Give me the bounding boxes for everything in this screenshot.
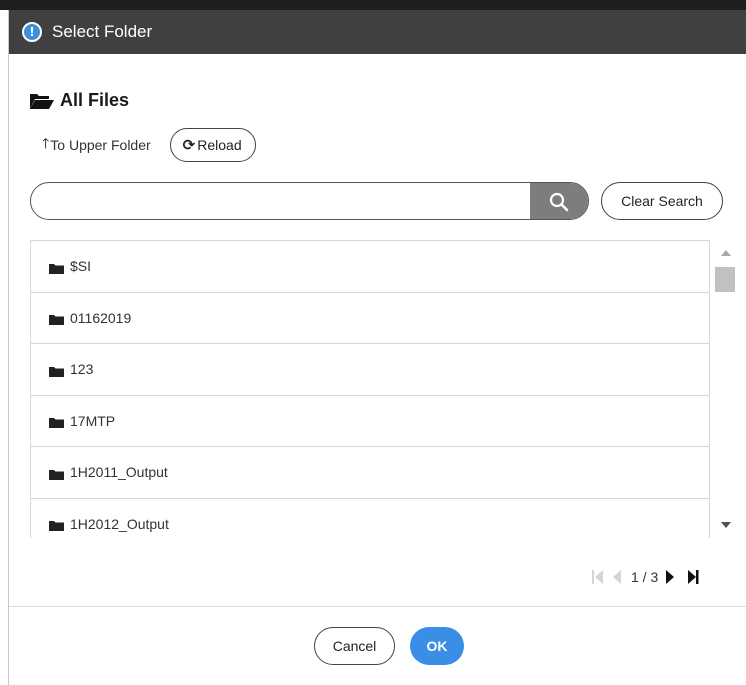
folder-name: 1H2011_Output [70, 464, 168, 481]
previous-page-icon[interactable] [611, 568, 625, 586]
search-box [30, 182, 589, 220]
folder-name: $SI [70, 258, 92, 275]
scroll-down-arrow-icon[interactable] [721, 522, 731, 528]
first-page-icon[interactable] [591, 568, 605, 586]
current-folder-heading: All Files [29, 90, 129, 111]
dialog-title: Select Folder [52, 22, 153, 41]
page-indicator: 1 / 3 [631, 569, 659, 585]
folder-list-item[interactable]: 1H2011_Output [30, 446, 710, 498]
folder-name: 1H2012_Output [70, 515, 169, 532]
dialog-titlebar: ! Select Folder [9, 10, 746, 54]
last-page-icon[interactable] [686, 568, 700, 586]
scroll-up-arrow-icon[interactable] [721, 250, 731, 256]
current-folder-label: All Files [60, 90, 130, 110]
folder-name: 17MTP [70, 412, 116, 429]
folder-icon [49, 518, 64, 532]
reload-button[interactable]: ⟳ Reload [169, 128, 256, 162]
select-folder-dialog: ! Select Folder All Files 🡑 To Upper Fol… [8, 10, 746, 685]
search-row: Clear Search [30, 182, 738, 220]
folder-icon [49, 312, 64, 326]
arrow-up-icon: 🡑 [42, 135, 50, 151]
folder-list-container: $SI 01162019 123 17MTP 1H2011_Output 1H2012_O… [30, 240, 744, 538]
to-upper-folder-label: To Upper Folder [50, 137, 151, 153]
folder-open-icon [29, 92, 55, 110]
info-icon: ! [22, 22, 42, 42]
reload-label: Reload [197, 137, 242, 153]
to-upper-folder-link[interactable]: 🡑 To Upper Folder [42, 133, 151, 157]
footer-divider [9, 606, 746, 607]
folder-icon [49, 415, 64, 429]
search-input[interactable] [31, 183, 530, 218]
folder-name: 123 [70, 361, 94, 378]
folder-icon [49, 261, 64, 274]
next-page-icon[interactable] [664, 568, 678, 586]
clear-search-button[interactable]: Clear Search [601, 182, 723, 220]
search-button[interactable] [530, 183, 588, 219]
refresh-icon: ⟳ [182, 136, 196, 154]
folder-list-item[interactable]: 17MTP [30, 394, 710, 446]
pagination: 1 / 3 [591, 565, 700, 589]
ok-button[interactable]: OK [410, 627, 464, 665]
search-icon [549, 192, 569, 212]
folder-list-item[interactable]: 1H2012_Output [30, 497, 710, 538]
scrollbar-thumb[interactable] [715, 267, 735, 292]
folder-icon [49, 364, 64, 377]
folder-name: 01162019 [70, 309, 132, 326]
folder-toolbar: 🡑 To Upper Folder ⟳ Reload [42, 127, 256, 163]
folder-list: $SI 01162019 123 17MTP 1H2011_Output 1H2012_O… [30, 240, 710, 538]
folder-list-item[interactable]: $SI [30, 240, 710, 292]
folder-list-item[interactable]: 123 [30, 343, 710, 395]
cancel-button[interactable]: Cancel [314, 627, 395, 665]
folder-list-item[interactable]: 01162019 [30, 291, 710, 343]
vertical-scrollbar[interactable] [710, 240, 744, 538]
background-window-strip [0, 0, 746, 10]
folder-icon [49, 467, 64, 480]
